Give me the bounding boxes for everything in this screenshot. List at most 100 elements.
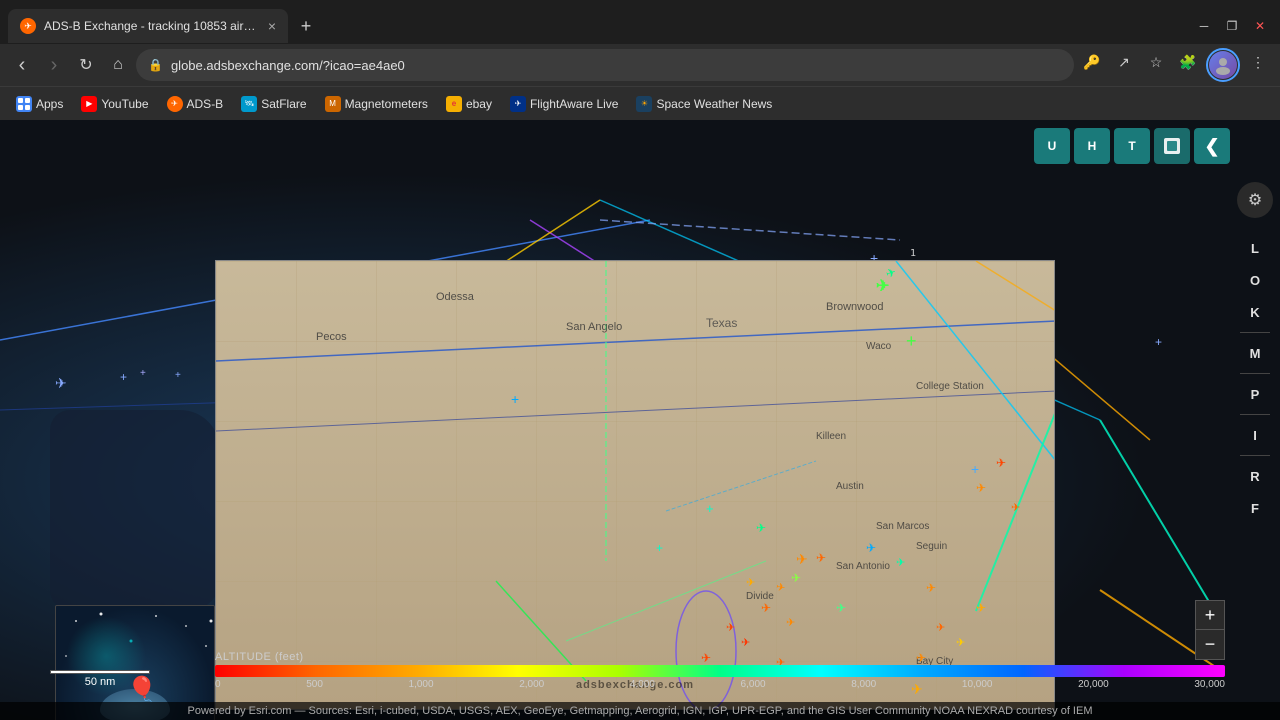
h-button[interactable]: H [1074,128,1110,164]
aircraft-map-13: ✈ [926,581,936,595]
bookmark-flightaware[interactable]: ✈ FlightAware Live [502,94,627,114]
altitude-title: ALTITUDE (feet) [215,651,1225,663]
password-manager-button[interactable]: 🔑 [1078,48,1106,76]
map-overlay[interactable]: Pecos Odessa San Angelo Texas Brownwood … [215,260,1055,710]
sidebar-divider [1240,332,1270,333]
map-label-brownwood: Brownwood [826,301,883,313]
u-button[interactable]: U [1034,128,1070,164]
tab-bar: ✈ ADS-B Exchange - tracking 10853 aircra… [0,0,1280,44]
sidebar-letter-r[interactable]: R [1241,462,1269,490]
bookmark-ebay[interactable]: e ebay [438,94,500,114]
zoom-out-button[interactable]: − [1195,630,1225,660]
window-controls: ─ ❐ ✕ [1192,14,1272,38]
aircraft-map-green-1: + [906,331,917,352]
sidebar-letter-l[interactable]: L [1241,234,1269,262]
bookmark-satflare[interactable]: 🛰 SatFlare [233,94,314,114]
aircraft-map-25: ✈ [796,551,808,568]
new-tab-button[interactable]: + [292,12,320,40]
bookmark-button[interactable]: ☆ [1142,48,1170,76]
apps-icon [16,96,32,112]
map-label-austin: Austin [836,481,864,492]
adsb-icon: ✈ [167,96,183,112]
aircraft-map-2: ✈ [816,551,826,565]
alt-label-6000: 6,000 [741,679,766,690]
spaceweather-icon: ☀ [636,96,652,112]
layers-button[interactable] [1154,128,1190,164]
map-label-san-antonio: San Antonio [836,561,890,572]
refresh-button[interactable]: ↻ [72,51,100,79]
aircraft-map-23: + [971,461,979,477]
t-button[interactable]: T [1114,128,1150,164]
map-label-waco: Waco [866,341,891,352]
sidebar-letter-f[interactable]: F [1241,494,1269,522]
back-button[interactable]: ‹ [8,51,36,79]
aircraft-map-r3: ✈ [996,456,1006,470]
sidebar-letter-p[interactable]: P [1241,380,1269,408]
bookmark-apps-label: Apps [36,97,63,111]
bookmark-spaceweather[interactable]: ☀ Space Weather News [628,94,780,114]
bookmark-magnetometers-label: Magnetometers [345,97,428,111]
aircraft-map-highlight: ✈ [876,276,889,296]
aircraft-map-8: ✈ [741,636,750,649]
nav-bar: ‹ › ↻ ⌂ 🔒 globe.adsbexchange.com/?icao=a… [0,44,1280,86]
sidebar-letter-k[interactable]: K [1241,298,1269,326]
map-label-texas: Texas [706,316,737,330]
aircraft-globe-8: + [1155,335,1162,349]
satflare-icon: 🛰 [241,96,257,112]
settings-button[interactable]: ⚙ [1237,182,1273,218]
tab-title: ADS-B Exchange - tracking 10853 aircraft [44,19,260,33]
alt-label-1000: 1,000 [409,679,434,690]
aircraft-map-5: ✈ [761,601,771,615]
map-label-odessa: Odessa [436,291,474,303]
altitude-gradient-bar [215,665,1225,677]
zoom-controls: + − [1195,600,1225,660]
bookmark-youtube[interactable]: ▶ YouTube [73,94,156,114]
nav-actions: 🔑 ↗ ☆ 🧩 ⋮ [1078,48,1272,82]
aircraft-map-26: ✈ [756,521,766,535]
tab-close-button[interactable]: × [268,18,276,34]
forward-button[interactable]: › [40,51,68,79]
scale-bar: 50 nm [50,670,150,688]
aircraft-map-4: ✈ [746,576,755,589]
menu-button[interactable]: ⋮ [1244,48,1272,76]
bookmark-adsb[interactable]: ✈ ADS-B [159,94,232,114]
alt-label-2000: 2,000 [519,679,544,690]
aircraft-map-r1: ✈ [976,481,986,495]
bookmark-magnetometers[interactable]: M Magnetometers [317,94,436,114]
scale-text: 50 nm [50,676,150,688]
magnetometers-icon: M [325,96,341,112]
bookmark-youtube-label: YouTube [101,97,148,111]
aircraft-map-24: + [706,501,714,516]
collapse-panel-button[interactable]: ❮ [1194,128,1230,164]
alt-label-0: 0 [215,679,221,690]
map-label-seguin: Seguin [916,541,947,552]
close-button[interactable]: ✕ [1248,14,1272,38]
zoom-in-button[interactable]: + [1195,600,1225,630]
aircraft-map-7: ✈ [786,616,795,629]
minimize-button[interactable]: ─ [1192,14,1216,38]
aircraft-globe-2: + [120,370,127,384]
attribution-text: Powered by Esri.com — Sources: Esri, i-c… [188,705,1093,717]
bookmark-spaceweather-label: Space Weather News [656,97,772,111]
top-controls: U H T ❮ [1034,128,1230,164]
share-button[interactable]: ↗ [1110,48,1138,76]
aircraft-globe-3: + [140,368,146,379]
bookmark-satflare-label: SatFlare [261,97,306,111]
address-bar[interactable]: 🔒 globe.adsbexchange.com/?icao=ae4ae0 [136,49,1074,81]
maximize-button[interactable]: ❐ [1220,14,1244,38]
bookmark-apps[interactable]: Apps [8,94,71,114]
active-tab[interactable]: ✈ ADS-B Exchange - tracking 10853 aircra… [8,9,288,43]
sidebar-letter-i[interactable]: I [1241,421,1269,449]
home-button[interactable]: ⌂ [104,51,132,79]
sidebar-letter-o[interactable]: O [1241,266,1269,294]
extensions-button[interactable]: 🧩 [1174,48,1202,76]
map-label-pecos: Pecos [316,331,347,343]
main-content[interactable]: ✈ + + + + 1 ✕ + ✦ [0,120,1280,720]
profile-icon[interactable] [1206,48,1240,82]
aircraft-map-16: ✈ [956,636,965,649]
map-label-san-angelo: San Angelo [566,321,622,333]
attribution-bar: Powered by Esri.com — Sources: Esri, i-c… [0,702,1280,720]
map-background [216,261,1054,709]
landmass-silhouette [50,410,220,610]
sidebar-letter-m[interactable]: M [1241,339,1269,367]
